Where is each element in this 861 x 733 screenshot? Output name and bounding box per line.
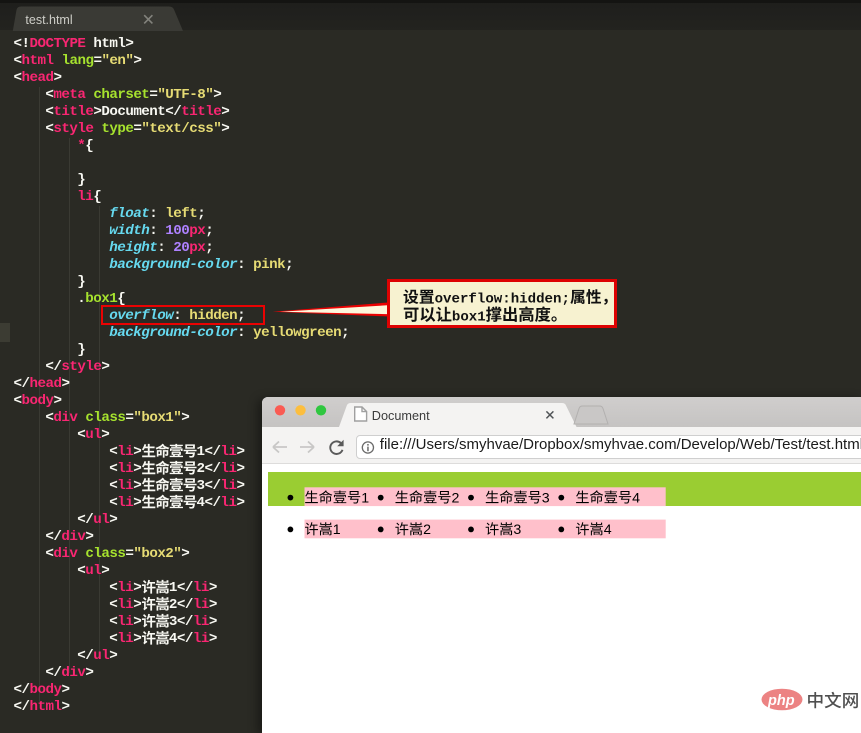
svg-text:php: php (767, 693, 795, 709)
